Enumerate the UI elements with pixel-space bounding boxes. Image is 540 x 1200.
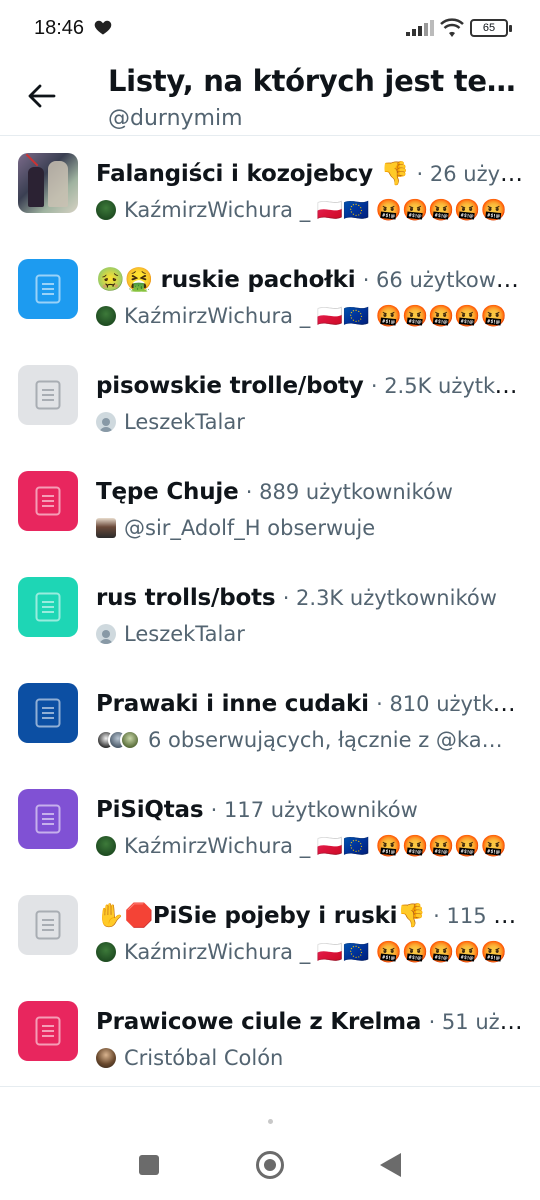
list-item[interactable]: Tępe Chuje · 889 użytkowników @sir_Adolf…: [0, 455, 540, 561]
list-item[interactable]: Prawaki i inne cudaki · 810 użytkowników…: [0, 667, 540, 773]
list-icon-tile: [18, 471, 78, 531]
page-subtitle: @durnymim: [108, 106, 243, 131]
list-member-count: · 26 użytkowników: [416, 162, 524, 186]
header: Listy, na których jest ten… @durnymim: [0, 58, 540, 136]
list-member-count: · 810 użytkowników: [376, 692, 524, 716]
list-icon: [35, 910, 61, 940]
list-owner: @sir_Adolf_H obserwuje: [124, 516, 376, 540]
list-icon: [35, 1016, 61, 1046]
list-member-count: · 117 użytkowników: [210, 798, 418, 822]
status-bar: 18:46 65: [0, 0, 540, 58]
list-owner: 6 obserwujących, łącznie z @ka…: [148, 728, 503, 752]
list-icon: [35, 380, 61, 410]
owner-avatar: [96, 200, 116, 220]
list-name: PiSiQtas: [96, 797, 204, 823]
owner-avatar: [96, 1048, 116, 1068]
heart-icon: [94, 20, 112, 35]
square-icon[interactable]: [139, 1155, 159, 1175]
list-owner: KaźmirzWichura _ 🇵🇱🇪🇺 🤬🤬🤬🤬🤬: [124, 198, 507, 222]
list-owner: LeszekTalar: [124, 410, 245, 434]
list-member-count: · 115 użytkowników: [433, 904, 524, 928]
list-member-count: · 66 użytkowników: [362, 268, 524, 292]
list-cover-photo: [18, 153, 78, 213]
list-name: Falangiści i kozojebcy 👎: [96, 161, 410, 187]
list-member-count: · 2.3K użytkowników: [282, 586, 497, 610]
signal-icon: [406, 20, 434, 36]
follower-avatars: [96, 730, 140, 750]
list-owner: KaźmirzWichura _ 🇵🇱🇪🇺 🤬🤬🤬🤬🤬: [124, 940, 507, 964]
list-icon: [35, 804, 61, 834]
list-item[interactable]: pisowskie trolle/boty · 2.5K użytkownikó…: [0, 349, 540, 455]
wifi-icon: [440, 18, 464, 37]
list-name: rus trolls/bots: [96, 585, 276, 611]
default-avatar-icon: [96, 412, 116, 432]
list-icon: [35, 274, 61, 304]
list-name: Prawaki i inne cudaki: [96, 691, 369, 717]
list-item[interactable]: rus trolls/bots · 2.3K użytkowników Lesz…: [0, 561, 540, 667]
list-icon-tile: [18, 577, 78, 637]
back-button[interactable]: [22, 76, 62, 116]
list-icon-tile: [18, 365, 78, 425]
arrow-left-icon: [28, 84, 56, 108]
list-member-count: · 2.5K użytkowników: [370, 374, 524, 398]
list-name: pisowskie trolle/boty: [96, 373, 364, 399]
list-name: 🤢🤮 ruskie pachołki: [96, 267, 356, 293]
list-icon-tile: [18, 259, 78, 319]
list-name: ✋🛑PiSie pojeby i ruski👎: [96, 903, 426, 929]
page-indicator-dot: [268, 1119, 273, 1124]
list-icon-tile: [18, 895, 78, 955]
lists-container: Falangiści i kozojebcy 👎 · 26 użytkownik…: [0, 137, 540, 1091]
list-owner: KaźmirzWichura _ 🇵🇱🇪🇺 🤬🤬🤬🤬🤬: [124, 834, 507, 858]
status-time: 18:46: [34, 17, 85, 39]
system-nav-bar: [0, 1086, 540, 1200]
page-title: Listy, na których jest ten…: [108, 64, 528, 98]
owner-avatar: [96, 306, 116, 326]
default-avatar-icon: [96, 624, 116, 644]
triangle-back-icon[interactable]: [380, 1153, 401, 1177]
list-icon: [35, 486, 61, 516]
list-icon: [35, 592, 61, 622]
list-owner: KaźmirzWichura _ 🇵🇱🇪🇺 🤬🤬🤬🤬🤬: [124, 304, 507, 328]
list-item[interactable]: ✋🛑PiSie pojeby i ruski👎 · 115 użytkownik…: [0, 879, 540, 985]
home-circle-icon[interactable]: [256, 1151, 284, 1179]
list-member-count: · 51 użytkowników: [428, 1010, 524, 1034]
list-item[interactable]: Prawicowe ciule z Krelma · 51 użytkownik…: [0, 985, 540, 1091]
owner-avatar: [96, 942, 116, 962]
list-name: Tępe Chuje: [96, 479, 239, 505]
list-item[interactable]: Falangiści i kozojebcy 👎 · 26 użytkownik…: [0, 137, 540, 243]
owner-avatar: [96, 836, 116, 856]
list-icon-tile: [18, 1001, 78, 1061]
list-member-count: · 889 użytkowników: [245, 480, 453, 504]
list-item[interactable]: PiSiQtas · 117 użytkowników KaźmirzWichu…: [0, 773, 540, 879]
list-icon-tile: [18, 683, 78, 743]
list-item[interactable]: 🤢🤮 ruskie pachołki · 66 użytkowników Kaź…: [0, 243, 540, 349]
list-owner: LeszekTalar: [124, 622, 245, 646]
list-name: Prawicowe ciule z Krelma: [96, 1009, 422, 1035]
list-icon: [35, 698, 61, 728]
battery-indicator: 65: [470, 19, 512, 37]
list-icon-tile: [18, 789, 78, 849]
list-owner: Cristóbal Colón: [124, 1046, 284, 1070]
owner-avatar: [96, 518, 116, 538]
